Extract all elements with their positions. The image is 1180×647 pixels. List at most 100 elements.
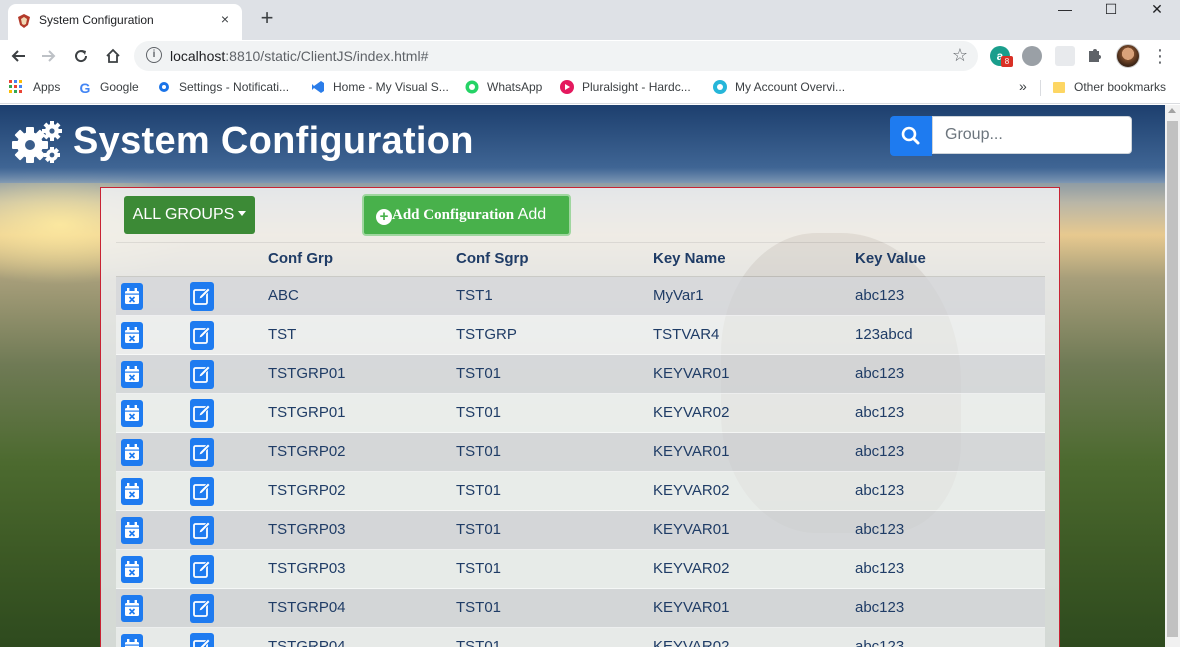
table-row: TSTGRP01 TST01 KEYVAR01 abc123 — [116, 355, 1045, 394]
edit-icon — [193, 326, 211, 344]
edit-row-button[interactable] — [190, 360, 214, 389]
delete-row-button[interactable] — [121, 556, 143, 583]
edit-row-button[interactable] — [190, 633, 214, 647]
browser-toolbar: i localhost:8810/static/ClientJS/index.h… — [0, 40, 1180, 72]
delete-row-button[interactable] — [121, 400, 143, 427]
new-tab-button[interactable]: + — [255, 6, 279, 30]
home-button[interactable] — [100, 43, 126, 69]
bookmark-pluralsight[interactable]: Pluralsight - Hardc... — [560, 80, 691, 94]
bookmark-account[interactable]: My Account Overvi... — [713, 80, 845, 94]
delete-row-button[interactable] — [121, 478, 143, 505]
browser-tabstrip: System Configuration × + — ☐ ✕ — [0, 0, 1180, 40]
bookmarks-overflow-button[interactable]: » — [1019, 78, 1027, 94]
forward-arrow-icon — [42, 50, 56, 62]
forward-button[interactable] — [36, 43, 62, 69]
delete-row-button[interactable] — [121, 322, 143, 349]
url-text: localhost:8810/static/ClientJS/index.htm… — [170, 48, 428, 64]
config-panel: ALL GROUPS + Add Configuration Add Conf G… — [100, 187, 1060, 647]
column-header-conf-grp[interactable]: Conf Grp — [268, 250, 333, 267]
edit-row-button[interactable] — [190, 477, 214, 506]
edit-row-button[interactable] — [190, 282, 214, 311]
bookmark-google[interactable]: G Google — [78, 80, 139, 95]
edit-icon — [193, 521, 211, 539]
cell-key-name: KEYVAR02 — [653, 560, 730, 577]
delete-row-button[interactable] — [121, 517, 143, 544]
group-search-input[interactable] — [932, 116, 1132, 154]
edit-row-button[interactable] — [190, 399, 214, 428]
column-header-key-value[interactable]: Key Value — [855, 250, 926, 267]
edit-icon — [193, 599, 211, 617]
reload-button[interactable] — [68, 43, 94, 69]
delete-row-button[interactable] — [121, 439, 143, 466]
browser-menu-icon[interactable]: ⋮ — [1147, 43, 1173, 69]
extension-blank-icon[interactable] — [1055, 46, 1075, 66]
bookmark-label: Google — [100, 80, 139, 94]
column-header-key-name[interactable]: Key Name — [653, 250, 726, 267]
cell-conf-grp: TSTGRP03 — [268, 560, 346, 577]
extension-moon-icon[interactable] — [1022, 46, 1042, 66]
search-icon — [901, 126, 920, 145]
edit-icon — [193, 443, 211, 461]
page-title: System Configuration — [73, 120, 474, 162]
visual-studio-icon — [312, 81, 324, 93]
cell-conf-grp: TSTGRP02 — [268, 443, 346, 460]
app-header: System Configuration — [0, 105, 1165, 183]
cell-conf-sgrp: TST01 — [456, 404, 502, 421]
maximize-button[interactable]: ☐ — [1088, 0, 1134, 20]
page-scrollbar[interactable] — [1165, 105, 1180, 647]
profile-avatar[interactable] — [1116, 44, 1140, 68]
cell-conf-grp: TSTGRP01 — [268, 404, 346, 421]
search-button[interactable] — [890, 116, 932, 156]
bookmark-apps[interactable]: Apps — [9, 80, 60, 94]
table-row: TSTGRP02 TST01 KEYVAR01 abc123 — [116, 433, 1045, 472]
tab-close-icon[interactable]: × — [216, 10, 234, 28]
account-icon — [713, 80, 727, 94]
bookmark-star-icon[interactable]: ☆ — [952, 45, 968, 66]
extensions-puzzle-icon[interactable] — [1086, 46, 1106, 66]
add-label: Add — [514, 206, 547, 223]
edit-row-button[interactable] — [190, 516, 214, 545]
table-row: TSTGRP04 TST01 KEYVAR01 abc123 — [116, 589, 1045, 628]
add-configuration-button[interactable]: + Add Configuration Add — [362, 194, 571, 236]
edit-row-button[interactable] — [190, 438, 214, 467]
app-favicon-icon — [18, 14, 30, 28]
cell-key-value: abc123 — [855, 521, 905, 538]
pluralsight-icon — [560, 80, 574, 94]
calendar-delete-icon — [125, 366, 139, 382]
delete-row-button[interactable] — [121, 361, 143, 388]
cell-conf-sgrp: TSTGRP — [456, 326, 517, 343]
minimize-button[interactable]: — — [1042, 0, 1088, 20]
bookmark-settings[interactable]: Settings - Notificati... — [157, 80, 289, 94]
cell-key-value: 123abcd — [855, 326, 913, 343]
site-info-icon[interactable]: i — [146, 47, 162, 63]
close-window-button[interactable]: ✕ — [1134, 0, 1180, 20]
bookmark-label: Home - My Visual S... — [333, 80, 449, 94]
table-row: TSTGRP01 TST01 KEYVAR02 abc123 — [116, 394, 1045, 433]
address-bar[interactable]: i localhost:8810/static/ClientJS/index.h… — [134, 41, 978, 71]
cell-key-value: abc123 — [855, 404, 905, 421]
edit-icon — [193, 287, 211, 305]
gears-icon — [12, 121, 62, 163]
cell-key-name: KEYVAR01 — [653, 521, 730, 538]
delete-row-button[interactable] — [121, 634, 143, 647]
bookmark-visual-studio[interactable]: Home - My Visual S... — [311, 80, 449, 94]
cell-conf-sgrp: TST01 — [456, 482, 502, 499]
edit-row-button[interactable] — [190, 594, 214, 623]
delete-row-button[interactable] — [121, 283, 143, 310]
bookmark-whatsapp[interactable]: WhatsApp — [465, 80, 542, 94]
browser-tab[interactable]: System Configuration × — [8, 4, 242, 40]
other-bookmarks[interactable]: Other bookmarks — [1052, 80, 1166, 94]
edit-row-button[interactable] — [190, 321, 214, 350]
delete-row-button[interactable] — [121, 595, 143, 622]
back-button[interactable] — [5, 43, 31, 69]
table-row: ABC TST1 MyVar1 abc123 — [116, 277, 1045, 316]
cell-conf-sgrp: TST01 — [456, 521, 502, 538]
scrollbar-thumb[interactable] — [1167, 121, 1178, 637]
column-header-conf-sgrp[interactable]: Conf Sgrp — [456, 250, 529, 267]
url-path: :8810/static/ClientJS/index.html# — [225, 48, 429, 64]
plus-circle-icon: + — [376, 209, 392, 225]
all-groups-dropdown[interactable]: ALL GROUPS — [124, 196, 255, 234]
scroll-up-arrow-icon[interactable] — [1168, 108, 1176, 113]
edit-row-button[interactable] — [190, 555, 214, 584]
cell-key-value: abc123 — [855, 365, 905, 382]
